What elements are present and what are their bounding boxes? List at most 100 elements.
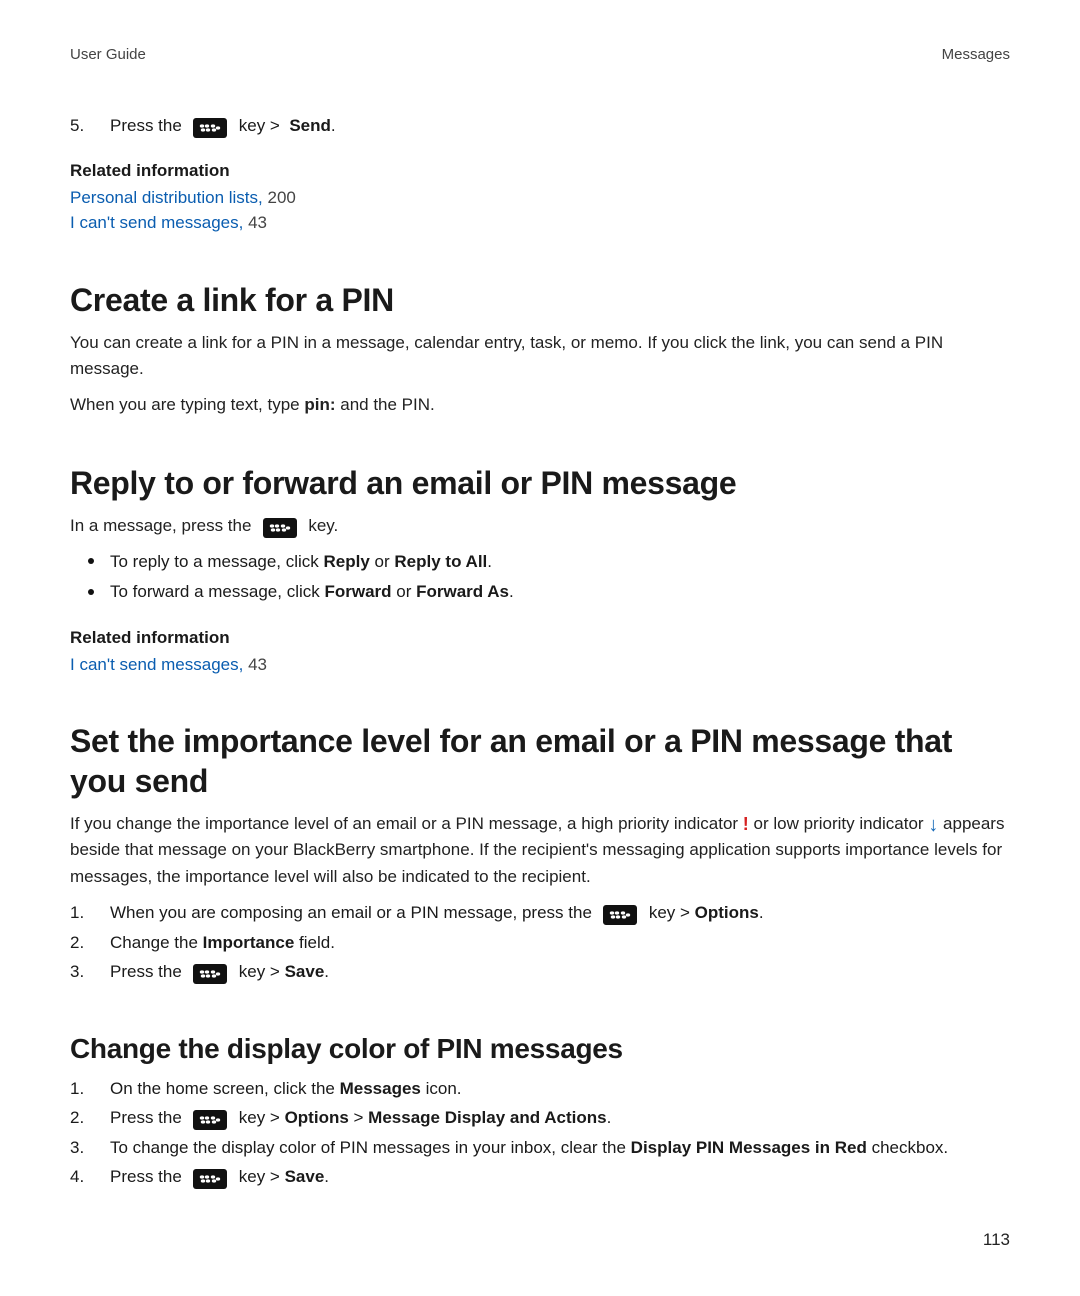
step-2: 2. Change the Importance field.: [70, 930, 1010, 956]
link-page-ref: 200: [263, 188, 296, 207]
text-segment: and the PIN.: [336, 395, 435, 414]
step-1: 1. When you are composing an email or a …: [70, 900, 1010, 926]
step-1: 1. On the home screen, click the Message…: [70, 1076, 1010, 1102]
checkbox-display-pin-red: Display PIN Messages in Red: [631, 1138, 867, 1157]
action-options: Options: [695, 903, 759, 922]
paragraph: If you change the importance level of an…: [70, 811, 1010, 890]
link-page-ref: 43: [243, 213, 267, 232]
text-segment: .: [759, 903, 764, 922]
blackberry-key-icon: [193, 1169, 227, 1189]
text-segment: On the home screen, click the: [110, 1079, 340, 1098]
step-4: 4. Press the key > Save.: [70, 1164, 1010, 1190]
blackberry-key-icon: [193, 964, 227, 984]
step-text: Press the key > Save.: [110, 959, 1010, 985]
text-segment: .: [324, 962, 329, 981]
text-segment: .: [607, 1108, 612, 1127]
action-forward: Forward: [324, 582, 391, 601]
text-segment: key >: [234, 1167, 285, 1186]
text-segment: .: [324, 1167, 329, 1186]
list-item: To reply to a message, click Reply or Re…: [70, 549, 1010, 575]
text-segment: icon.: [421, 1079, 462, 1098]
action-save: Save: [285, 962, 325, 981]
related-link-row: Personal distribution lists, 200: [70, 185, 1010, 211]
step-text: Press the key > Options > Message Displa…: [110, 1105, 1010, 1131]
step-number: 3.: [70, 1135, 110, 1161]
text-segment: Change the: [110, 933, 203, 952]
text-segment: .: [509, 582, 514, 601]
heading-importance-level: Set the importance level for an email or…: [70, 721, 1010, 801]
related-info-heading: Related information: [70, 161, 1010, 181]
step-text: Press the key > Send.: [110, 113, 1010, 139]
step-5: 5. Press the key > Send.: [70, 113, 1010, 139]
heading-display-color: Change the display color of PIN messages: [70, 1031, 1010, 1066]
text-segment: When you are composing an email or a PIN…: [110, 903, 597, 922]
text-segment: key >: [234, 1108, 285, 1127]
text-segment: .: [331, 116, 336, 135]
step-number: 4.: [70, 1164, 110, 1190]
text-segment: Press the: [110, 962, 187, 981]
action-save: Save: [285, 1167, 325, 1186]
text-segment: key >: [644, 903, 695, 922]
step-3: 3. Press the key > Save.: [70, 959, 1010, 985]
text-segment: >: [349, 1108, 368, 1127]
text-segment: In a message, press the: [70, 516, 256, 535]
text-segment: If you change the importance level of an…: [70, 814, 743, 833]
action-forward-as: Forward As: [416, 582, 509, 601]
paragraph: In a message, press the key.: [70, 513, 1010, 539]
text-segment: or low priority indicator: [749, 814, 929, 833]
action-reply-all: Reply to All: [394, 552, 487, 571]
text-segment: To forward a message, click: [110, 582, 324, 601]
step-number: 5.: [70, 113, 110, 139]
step-text: Change the Importance field.: [110, 930, 1010, 956]
step-text: On the home screen, click the Messages i…: [110, 1076, 1010, 1102]
text-segment: Press the: [110, 1108, 187, 1127]
heading-reply-forward: Reply to or forward an email or PIN mess…: [70, 463, 1010, 503]
action-send: Send: [289, 116, 331, 135]
text-segment: key.: [304, 516, 339, 535]
action-reply: Reply: [324, 552, 370, 571]
paragraph: You can create a link for a PIN in a mes…: [70, 330, 1010, 383]
link-cant-send-messages[interactable]: I can't send messages,: [70, 655, 243, 674]
literal-pin: pin:: [304, 395, 335, 414]
step-number: 3.: [70, 959, 110, 985]
action-msg-display-actions: Message Display and Actions: [368, 1108, 606, 1127]
section-label: Messages: [942, 46, 1010, 63]
step-text: When you are composing an email or a PIN…: [110, 900, 1010, 926]
text-segment: When you are typing text, type: [70, 395, 304, 414]
step-number: 1.: [70, 1076, 110, 1102]
text-segment: To reply to a message, click: [110, 552, 324, 571]
related-link-row: I can't send messages, 43: [70, 652, 1010, 678]
text-segment: To change the display color of PIN messa…: [110, 1138, 631, 1157]
step-number: 1.: [70, 900, 110, 926]
page: User Guide Messages 5. Press the key > S…: [0, 0, 1080, 1296]
text-segment: .: [487, 552, 492, 571]
field-importance: Importance: [203, 933, 295, 952]
list-item: To forward a message, click Forward or F…: [70, 579, 1010, 605]
text-segment: checkbox.: [867, 1138, 948, 1157]
blackberry-key-icon: [193, 118, 227, 138]
bullet-list: To reply to a message, click Reply or Re…: [70, 549, 1010, 606]
link-cant-send-messages[interactable]: I can't send messages,: [70, 213, 243, 232]
step-3: 3. To change the display color of PIN me…: [70, 1135, 1010, 1161]
page-number: 113: [983, 1230, 1010, 1250]
text-segment: or: [392, 582, 417, 601]
step-number: 2.: [70, 1105, 110, 1131]
link-page-ref: 43: [243, 655, 267, 674]
text-segment: Press the: [110, 116, 187, 135]
link-personal-dist-lists[interactable]: Personal distribution lists,: [70, 188, 263, 207]
blackberry-key-icon: [263, 518, 297, 538]
text-segment: Press the: [110, 1167, 187, 1186]
action-options: Options: [285, 1108, 349, 1127]
doc-title: User Guide: [70, 46, 146, 63]
step-number: 2.: [70, 930, 110, 956]
text-segment: key >: [234, 116, 285, 135]
text-segment: field.: [294, 933, 335, 952]
text-segment: or: [370, 552, 395, 571]
related-info-heading: Related information: [70, 628, 1010, 648]
page-header: User Guide Messages: [70, 46, 1010, 63]
step-text: Press the key > Save.: [110, 1164, 1010, 1190]
step-text: To change the display color of PIN messa…: [110, 1135, 1010, 1161]
blackberry-key-icon: [603, 905, 637, 925]
paragraph: When you are typing text, type pin: and …: [70, 392, 1010, 418]
blackberry-key-icon: [193, 1110, 227, 1130]
